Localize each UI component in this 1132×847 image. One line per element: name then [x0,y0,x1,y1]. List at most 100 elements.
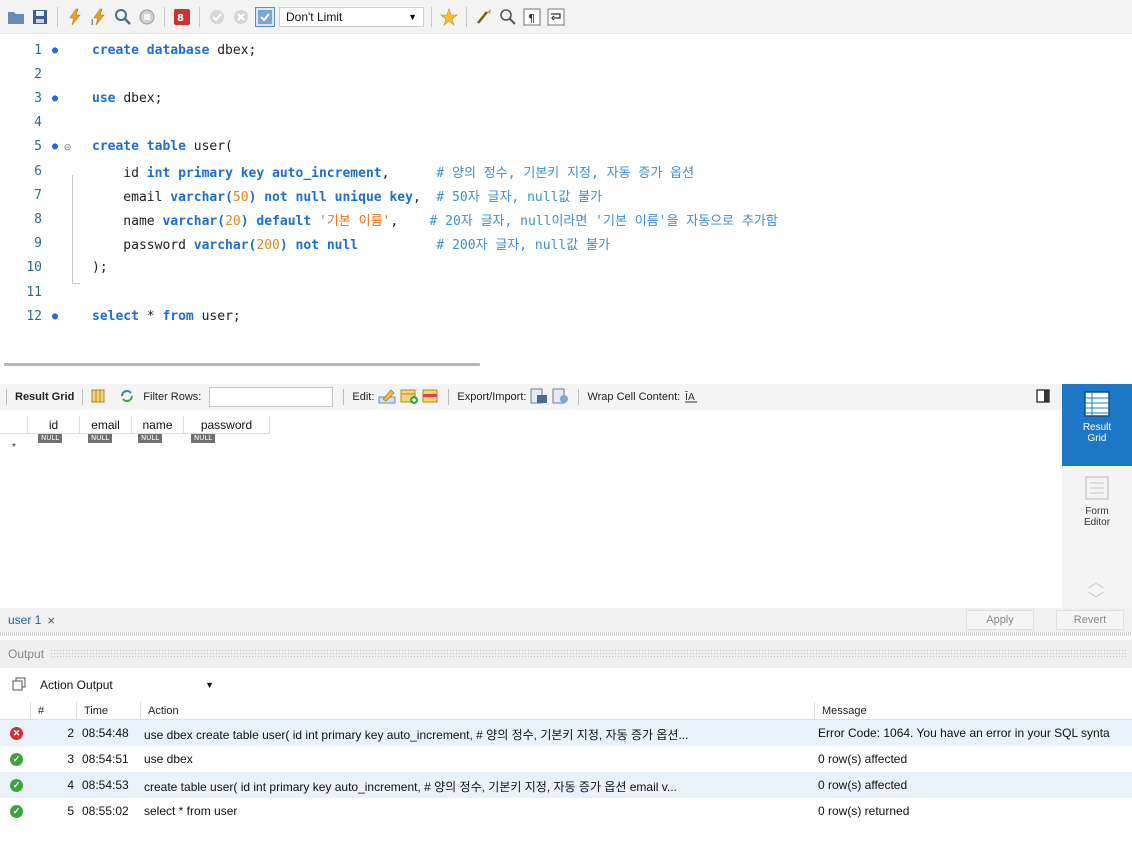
svg-text:I: I [91,18,93,26]
success-icon: ✓ [10,805,23,818]
column-header-email[interactable]: email [80,416,132,434]
beautify-icon[interactable] [439,7,459,27]
output-cell-action: use dbex [144,752,193,766]
output-cell-message: 0 row(s) affected [818,778,908,792]
header-action[interactable]: Action [148,705,179,717]
folder-icon[interactable] [6,7,26,27]
code-line-10[interactable]: 10); [0,257,1132,279]
code-line-6[interactable]: 6 id int primary key auto_increment, # 양… [0,160,1132,182]
output-type-select[interactable]: Action Output ▼ [36,675,222,695]
result-toolbar: Result Grid Filter Rows: Edit: Export/Im… [0,384,1062,410]
null-cell-name[interactable]: NULL [138,434,163,443]
toolbar-separator [57,6,58,27]
output-cell-action: use dbex create table user( id int prima… [144,728,689,742]
form-editor-side-button[interactable]: Form Editor [1062,474,1132,544]
code-line-3[interactable]: 3 ● use dbex; [0,87,1132,109]
code-text: use dbex; [92,90,163,106]
result-tab-user-1[interactable]: user 1 [8,613,41,627]
header-message[interactable]: Message [822,705,867,717]
code-line-1[interactable]: 1 ● create database dbex; [0,39,1132,61]
code-line-5[interactable]: 5 ● ⊖ create table user( [0,136,1132,158]
toolbar-separator [6,389,7,405]
execute-icon[interactable] [65,7,85,27]
invisible-chars-icon[interactable]: ¶ [522,7,542,27]
find-icon[interactable] [498,7,518,27]
code-line-7[interactable]: 7 email varchar(50) not null unique key,… [0,184,1132,206]
chevron-down-icon[interactable]: ﹀ [1088,586,1104,610]
header-num[interactable]: # [38,705,44,717]
revert-button[interactable]: Revert [1056,610,1124,630]
code-text: id int primary key auto_increment, # 양의 … [92,165,695,181]
result-grid-side-button[interactable]: Result Grid [1062,384,1132,466]
chevron-down-icon: ▼ [408,11,417,22]
output-toolbar: Action Output ▼ [0,672,1132,698]
result-side-panel: Result Grid Form Editor ︿ ﹀ [1062,384,1132,610]
limit-rows-select[interactable]: Don't Limit ▼ [279,6,424,27]
refresh-icon[interactable] [119,389,135,406]
copy-icon[interactable] [12,677,26,694]
toggle-panel-icon[interactable] [1036,389,1050,406]
limit-rows-value: Don't Limit [286,9,343,24]
wrap-icon[interactable] [546,7,566,27]
line-number: 1 [34,42,42,58]
code-line-11[interactable]: 11 [0,281,1132,303]
code-line-9[interactable]: 9 password varchar(200) not null # 200자 … [0,233,1132,255]
delete-row-icon[interactable] [422,388,440,407]
autocommit-icon[interactable] [255,6,275,27]
toolbar-separator [448,389,450,405]
svg-text:ĪA: ĪA [685,390,695,403]
column-header-id[interactable]: id [28,416,80,434]
filter-rows-input[interactable] [209,387,334,407]
explain-icon[interactable] [113,7,133,27]
code-line-12[interactable]: 12 ● select * from user; [0,305,1132,327]
grid-columns-icon[interactable] [91,389,105,406]
panel-splitter[interactable] [0,632,1132,636]
execute-current-icon[interactable]: I [89,7,109,27]
output-row[interactable]: ✓ 5 08:55:02 select * from user 0 row(s) ret… [0,798,1132,824]
result-tab-bar: user 1 × Apply Revert [0,608,1132,632]
result-grid[interactable]: id email name password * NULL NULL NULL … [0,410,1062,608]
null-cell-password[interactable]: NULL [191,434,216,443]
success-icon: ✓ [10,779,23,792]
code-line-2[interactable]: 2 [0,63,1132,85]
close-icon[interactable]: × [47,613,55,628]
output-cell-num: 2 [67,726,74,740]
export-icon[interactable] [530,388,548,407]
output-row[interactable]: ✓ 3 08:54:51 use dbex 0 row(s) affected [0,746,1132,772]
add-row-icon[interactable] [400,388,419,407]
column-header-name[interactable]: name [132,416,184,434]
export-import-label: Export/Import: [457,391,527,403]
null-cell-id[interactable]: NULL [38,434,63,443]
fold-toggle-icon[interactable]: ⊖ [64,140,71,154]
statement-marker-icon: ● [52,310,59,322]
stop-icon[interactable] [137,7,157,27]
wrap-cell-icon[interactable]: ĪA [684,389,698,406]
output-header: Output [0,640,1132,668]
column-header-password[interactable]: password [184,416,270,434]
code-line-4[interactable]: 4 [0,112,1132,134]
toggle-output-icon[interactable]: 8 [172,7,192,27]
sql-editor[interactable]: 1 ● create database dbex; 2 3 ● use dbex; 4 5 ● ⊖ c… [0,34,1132,366]
header-time[interactable]: Time [84,705,108,717]
edit-row-icon[interactable] [378,388,396,407]
result-grid-label[interactable]: Result Grid [15,391,74,403]
output-row[interactable]: ✕ 2 08:54:48 use dbex create table user( id… [0,720,1132,746]
result-grid-side-label: Result Grid [1082,422,1112,444]
brush-icon[interactable] [474,7,494,27]
code-text: ); [92,260,108,276]
editor-horizontal-scrollbar[interactable] [4,363,480,366]
column-header-spacer [0,416,28,434]
apply-button[interactable]: Apply [966,610,1034,630]
commit-icon[interactable] [207,7,227,27]
import-icon[interactable] [552,388,570,407]
code-line-8[interactable]: 8 name varchar(20) default '기본 이름', # 20… [0,208,1132,230]
code-text: create table user( [92,139,233,155]
svg-text:8: 8 [177,13,184,24]
save-icon[interactable] [30,7,50,27]
toolbar-separator [578,389,580,405]
output-cell-time: 08:54:53 [82,778,129,792]
output-row[interactable]: ✓ 4 08:54:53 create table user( id int prim… [0,772,1132,798]
rollback-icon[interactable] [231,7,251,27]
chevron-down-icon: ▼ [205,680,214,690]
null-cell-email[interactable]: NULL [88,434,113,443]
